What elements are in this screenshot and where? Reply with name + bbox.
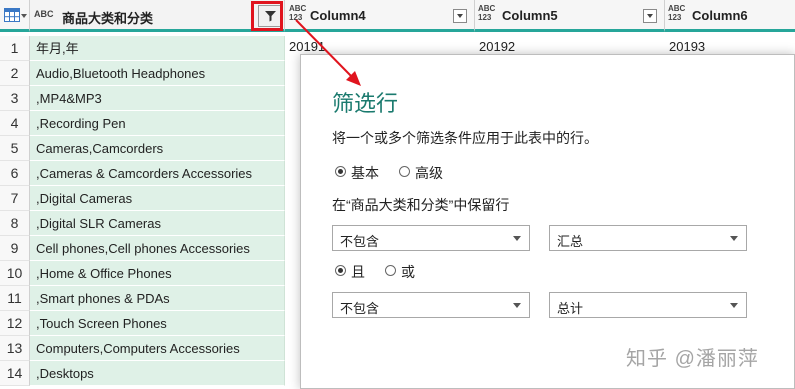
row-number[interactable]: 3 [0, 86, 30, 111]
type-abc-label: ABC [668, 4, 686, 13]
radio-or-label[interactable]: 或 [401, 262, 415, 282]
table-cell[interactable]: ,Recording Pen [30, 111, 285, 136]
radio-advanced[interactable] [399, 166, 410, 177]
filter-rows-dialog: 筛选行 将一个或多个筛选条件应用于此表中的行。 基本 高级 在“商品大类和分类”… [300, 54, 795, 389]
chevron-down-icon [513, 236, 521, 241]
condition1-operator-select[interactable]: 不包含 [332, 225, 530, 251]
row-number[interactable]: 9 [0, 236, 30, 261]
table-cell[interactable]: ,Digital SLR Cameras [30, 211, 285, 236]
column-header-label: 商品大类和分类 [62, 11, 154, 26]
row-number[interactable]: 6 [0, 161, 30, 186]
select-value: 不包含 [340, 301, 380, 316]
table-cell[interactable]: ,Digital Cameras [30, 186, 285, 211]
table-cell[interactable]: Cell phones,Cell phones Accessories [30, 236, 285, 261]
row-number[interactable]: 13 [0, 336, 30, 361]
table-cell[interactable]: ,Touch Screen Phones [30, 311, 285, 336]
table-cell[interactable]: ,MP4&MP3 [30, 86, 285, 111]
chevron-down-icon [730, 236, 738, 241]
radio-and[interactable] [335, 265, 346, 276]
chevron-down-icon [513, 303, 521, 308]
select-value: 不包含 [340, 234, 380, 249]
condition2-operator-select[interactable]: 不包含 [332, 292, 530, 318]
keep-rows-label: 在“商品大类和分类”中保留行 [332, 197, 510, 213]
chevron-down-icon[interactable] [21, 14, 27, 18]
type-abc-label: ABC [289, 4, 307, 13]
table-icon[interactable] [4, 8, 20, 22]
any-type-icon[interactable]: ABC 123 [668, 4, 685, 22]
row-number[interactable]: 2 [0, 61, 30, 86]
column-header-column5[interactable]: ABC 123 Column5 [475, 0, 665, 32]
radio-basic[interactable] [335, 166, 346, 177]
watermark-author: @潘丽萍 [674, 348, 759, 370]
radio-and-label[interactable]: 且 [351, 262, 365, 282]
radio-advanced-label[interactable]: 高级 [415, 163, 443, 183]
radio-basic-label[interactable]: 基本 [351, 163, 379, 183]
watermark: 知乎 @潘丽萍 [626, 342, 759, 371]
condition2-value-select[interactable]: 总计 [549, 292, 747, 318]
dialog-title: 筛选行 [332, 91, 399, 116]
column-header-label: Column5 [502, 8, 558, 23]
table-cell[interactable]: ,Cameras & Camcorders Accessories [30, 161, 285, 186]
chevron-down-icon [730, 303, 738, 308]
table-cell[interactable]: ,Smart phones & PDAs [30, 286, 285, 311]
watermark-brand: 知乎 [626, 348, 668, 370]
row-number[interactable]: 7 [0, 186, 30, 211]
column-header-label: Column6 [692, 8, 748, 23]
type-123-label: 123 [289, 13, 303, 22]
column-header-column6[interactable]: ABC 123 Column6 [665, 0, 795, 32]
condition1-value-select[interactable]: 汇总 [549, 225, 747, 251]
table-cell[interactable]: Cameras,Camcorders [30, 136, 285, 161]
table-cell[interactable]: Audio,Bluetooth Headphones [30, 61, 285, 86]
column-header-column4[interactable]: ABC 123 Column4 [285, 0, 475, 32]
column-dropdown-button[interactable] [453, 9, 467, 23]
any-type-icon[interactable]: ABC 123 [289, 4, 306, 22]
row-number[interactable]: 1 [0, 36, 30, 61]
table-cell[interactable]: ,Home & Office Phones [30, 261, 285, 286]
type-abc-label: ABC [478, 4, 496, 13]
table-cell[interactable]: Computers,Computers Accessories [30, 336, 285, 361]
column-header-category[interactable]: ABC 商品大类和分类 [30, 0, 285, 32]
column-header-label: Column4 [310, 8, 366, 23]
row-number[interactable]: 14 [0, 361, 30, 386]
row-number[interactable]: 11 [0, 286, 30, 311]
highlight-box [251, 1, 283, 31]
select-value: 总计 [557, 301, 584, 316]
dialog-description: 将一个或多个筛选条件应用于此表中的行。 [332, 130, 598, 146]
row-number[interactable]: 12 [0, 311, 30, 336]
text-type-icon[interactable]: ABC [34, 10, 54, 19]
any-type-icon[interactable]: ABC 123 [478, 4, 495, 22]
select-value: 汇总 [557, 234, 584, 249]
row-number[interactable]: 10 [0, 261, 30, 286]
row-number[interactable]: 8 [0, 211, 30, 236]
table-menu-corner[interactable] [0, 0, 30, 32]
table-cell[interactable]: 年月,年 [30, 36, 285, 61]
table-cell[interactable]: ,Desktops [30, 361, 285, 386]
type-123-label: 123 [478, 13, 492, 22]
type-123-label: 123 [668, 13, 682, 22]
row-number[interactable]: 5 [0, 136, 30, 161]
row-number[interactable]: 4 [0, 111, 30, 136]
column-dropdown-button[interactable] [643, 9, 657, 23]
radio-or[interactable] [385, 265, 396, 276]
